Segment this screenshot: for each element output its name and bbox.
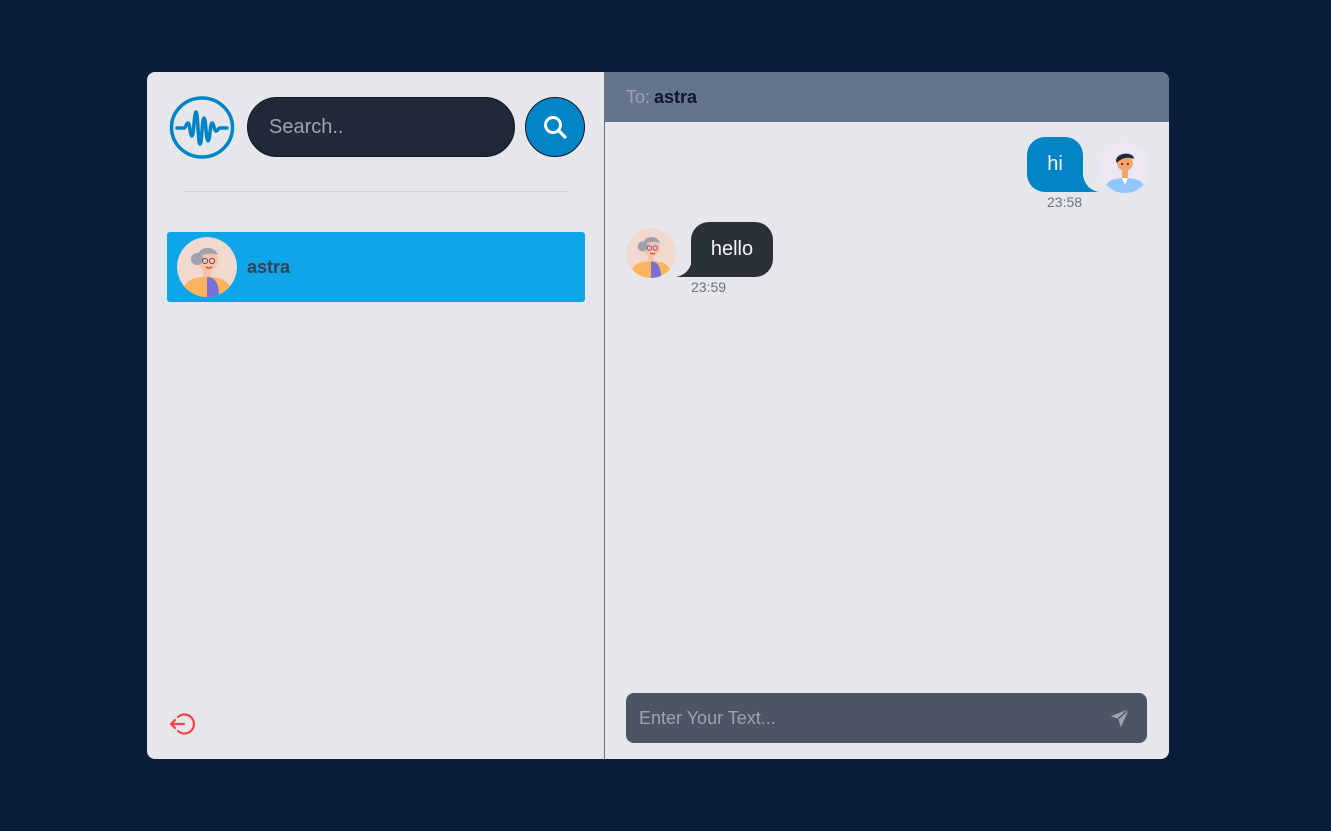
message-timestamp: 23:58	[1047, 194, 1083, 210]
chat-header: To: astra	[605, 72, 1169, 122]
outgoing-message-bubble: hi	[1027, 137, 1083, 192]
search-icon	[544, 116, 567, 139]
bubble-tail	[1081, 176, 1099, 192]
chat-panel: To: astra hi 23:58 hello 23:59 Enter You…	[605, 72, 1169, 759]
send-icon	[1110, 708, 1130, 728]
waveform-logo-icon	[169, 96, 235, 159]
contact-item-astra[interactable]: astra	[167, 232, 585, 302]
old-woman-avatar	[177, 237, 237, 297]
message-composer	[626, 693, 1147, 743]
man-avatar	[1100, 143, 1150, 193]
search-input[interactable]	[247, 97, 515, 157]
message-input[interactable]	[626, 693, 1105, 743]
logout-icon[interactable]	[169, 710, 197, 738]
to-label: To:	[626, 86, 651, 107]
sidebar-divider	[183, 191, 569, 192]
sidebar-topbar	[147, 72, 604, 172]
contact-name: astra	[247, 256, 291, 277]
send-button[interactable]	[1105, 703, 1135, 733]
recipient-name: astra	[654, 86, 698, 107]
search-button[interactable]	[525, 97, 585, 157]
message-timestamp: 23:59	[691, 279, 727, 295]
message-text: hi	[1047, 153, 1063, 175]
sidebar: astra	[147, 72, 605, 759]
old-woman-avatar	[626, 228, 676, 278]
incoming-message-bubble: hello	[691, 222, 773, 277]
chat-app-window: astra To: astra hi 23:58	[147, 72, 1169, 759]
message-text: hello	[710, 238, 754, 260]
